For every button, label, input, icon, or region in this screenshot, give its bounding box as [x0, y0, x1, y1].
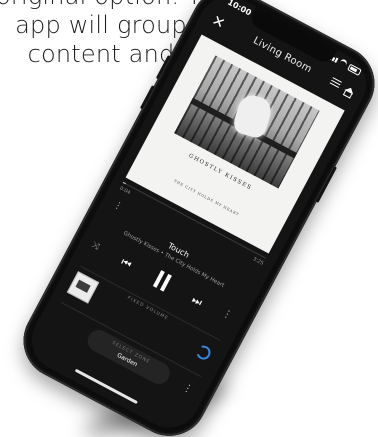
caption-line-1: original option. The [0, 0, 232, 11]
progress-fill [122, 181, 127, 185]
track-more-button[interactable]: ⋮ [220, 307, 234, 321]
header-icons [329, 76, 356, 96]
battery-icon [347, 63, 362, 76]
remaining-time: 3:25 [251, 256, 265, 267]
next-button[interactable]: ⏭ [189, 292, 205, 310]
sync-button[interactable] [194, 343, 213, 363]
caption-line-2: app will group [15, 11, 187, 39]
next-icon: ⏭ [189, 292, 205, 310]
previous-icon: ⏮ [118, 255, 134, 272]
pause-button[interactable] [151, 268, 175, 293]
more-icon: ⋮ [220, 307, 235, 322]
shuffle-icon: ⤨ [89, 240, 101, 253]
more-icon: ⋮ [180, 381, 195, 397]
photo-figure [231, 92, 275, 141]
previous-button[interactable]: ⏮ [118, 255, 134, 272]
wifi-icon [337, 58, 349, 70]
zone-more-button[interactable]: ⋮ [181, 382, 195, 396]
elapsed-time: 0:04 [118, 185, 132, 197]
shuffle-button[interactable]: ⤨ [90, 240, 101, 252]
status-time: 10:00 [226, 0, 253, 18]
home-icon[interactable] [344, 85, 356, 95]
